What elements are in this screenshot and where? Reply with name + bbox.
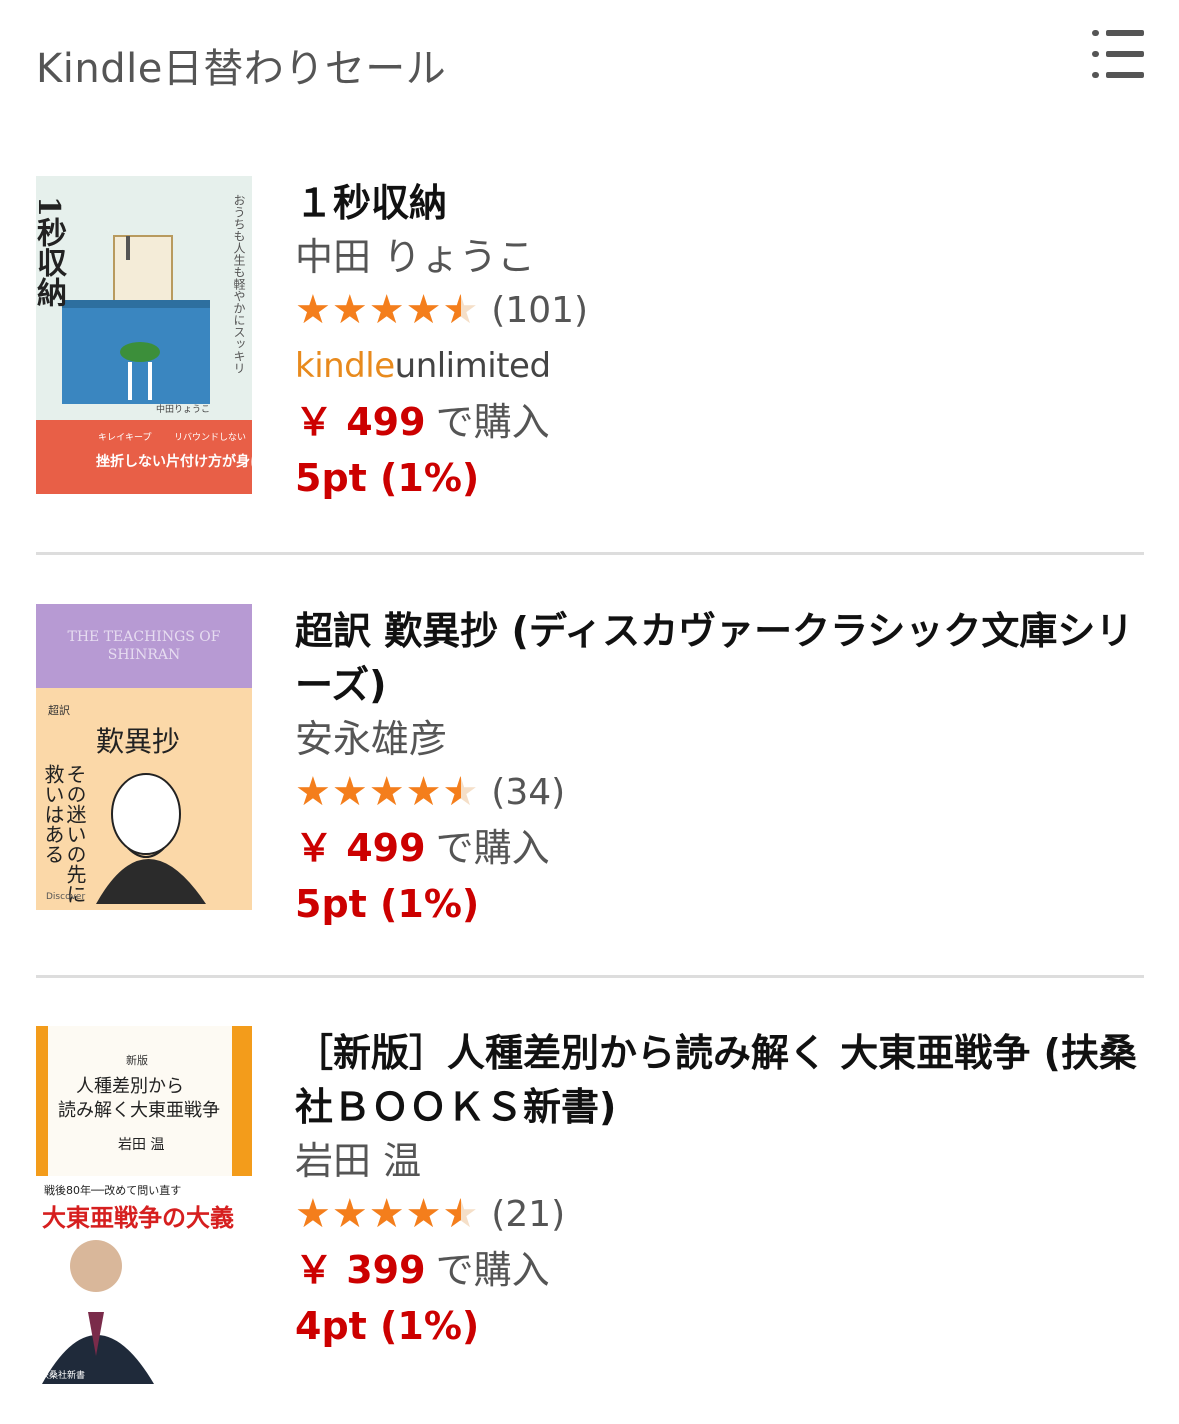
page-title: Kindle日替わりセール [36, 46, 447, 92]
cover-series-text: 扶桑社新書 [40, 1371, 86, 1381]
rating[interactable]: ★★★★★★★★★★ (101) [295, 282, 1144, 338]
cover-author-text: 岩田 温 [118, 1137, 165, 1153]
list-item[interactable]: 新版 人種差別から 読み解く大東亜戦争 岩田 温 戦後80年──改めて問い直す … [36, 1026, 1144, 1386]
list-icon[interactable] [1092, 28, 1144, 80]
cover-edition-text: 新版 [126, 1054, 148, 1067]
cover-title-text: 1秒収納 [36, 196, 66, 307]
price: ￥ 499 [295, 826, 426, 870]
book-cover[interactable]: 中田りょうこ キレイキープ リバウンドしない 挫折しない片付け方が身につく 1秒… [36, 176, 252, 494]
star-rating-icon: ★★★★★★★★★★ [295, 287, 480, 333]
cover-band-label: キレイキープ [98, 432, 151, 443]
buy-label: で購入 [435, 826, 550, 870]
rating-count[interactable]: (101) [491, 290, 588, 331]
points: 5pt (1%) [295, 456, 480, 500]
cover-band-label: リバウンドしない [174, 432, 246, 443]
divider [36, 552, 1144, 555]
cover-phrase-text: その迷いの先に救いはある [41, 764, 87, 904]
cover-author-text: 中田りょうこ [156, 403, 210, 415]
list-item[interactable]: 中田りょうこ キレイキープ リバウンドしない 挫折しない片付け方が身につく 1秒… [36, 176, 1144, 500]
cover-title-line2: 読み解く大東亜戦争 [58, 1100, 220, 1121]
rating-count[interactable]: (34) [491, 772, 565, 813]
cover-title-text: 歎異抄 [96, 725, 181, 758]
kindle-unlimited-unlimited: unlimited [394, 346, 551, 386]
book-title[interactable]: ［新版］人種差別から読み解く 大東亜戦争 (扶桑社ＢＯＯＫＳ新書) [295, 1026, 1144, 1134]
price-row[interactable]: ￥ 499 で購入 [295, 820, 1144, 876]
points: 5pt (1%) [295, 882, 480, 926]
divider [36, 975, 1144, 978]
kindle-unlimited-badge: kindle unlimited [295, 338, 1144, 394]
star-rating-icon: ★★★★★★★★★★ [295, 769, 480, 815]
cover-small-label: 超訳 [48, 704, 70, 717]
list-item[interactable]: THE TEACHINGS OF SHINRAN 超訳 歎異抄 その迷いの先に救… [36, 604, 1144, 926]
kindle-unlimited-kindle: kindle [295, 346, 395, 386]
cover-subtitle-text: おうちも人生も軽やかにスッキリ [232, 194, 246, 374]
book-title[interactable]: １秒収納 [295, 176, 1144, 230]
cover-band-text: 挫折しない片付け方が身につく [96, 453, 252, 470]
rating[interactable]: ★★★★★★★★★★ (34) [295, 764, 1144, 820]
cover-tagline-text: 戦後80年──改めて問い直す [44, 1184, 182, 1197]
price: ￥ 399 [295, 1248, 426, 1292]
book-author[interactable]: 岩田 温 [295, 1136, 1144, 1186]
book-cover[interactable]: 新版 人種差別から 読み解く大東亜戦争 岩田 温 戦後80年──改めて問い直す … [36, 1026, 252, 1384]
book-title[interactable]: 超訳 歎異抄 (ディスカヴァークラシック文庫シリーズ) [295, 604, 1144, 712]
header: Kindle日替わりセール [36, 28, 1144, 92]
cover-english-text: THE TEACHINGS OF SHINRAN [67, 629, 221, 663]
buy-label: で購入 [435, 400, 550, 444]
book-info: ［新版］人種差別から読み解く 大東亜戦争 (扶桑社ＢＯＯＫＳ新書) 岩田 温 ★… [295, 1026, 1144, 1354]
price: ￥ 499 [295, 400, 426, 444]
book-author[interactable]: 安永雄彦 [295, 714, 1144, 764]
price-row[interactable]: ￥ 399 で購入 [295, 1242, 1144, 1298]
star-rating-icon: ★★★★★★★★★★ [295, 1191, 480, 1237]
price-row[interactable]: ￥ 499 で購入 [295, 394, 1144, 450]
cover-publisher-text: Discover [46, 892, 86, 902]
book-info: 超訳 歎異抄 (ディスカヴァークラシック文庫シリーズ) 安永雄彦 ★★★★★ ★★… [295, 604, 1144, 932]
rating-count[interactable]: (21) [491, 1194, 565, 1235]
book-cover[interactable]: THE TEACHINGS OF SHINRAN 超訳 歎異抄 その迷いの先に救… [36, 604, 252, 910]
book-info: １秒収納 中田 りょうこ ★★★★★★★★★★ (101) kindleunli… [295, 176, 1144, 506]
cover-title-line1: 人種差別から [76, 1076, 184, 1097]
book-author[interactable]: 中田 りょうこ [295, 232, 1144, 282]
cover-headline-text: 大東亜戦争の大義 [42, 1203, 234, 1232]
rating[interactable]: ★★★★★★★★★★ (21) [295, 1186, 1144, 1242]
points: 4pt (1%) [295, 1304, 480, 1348]
buy-label: で購入 [435, 1248, 550, 1292]
